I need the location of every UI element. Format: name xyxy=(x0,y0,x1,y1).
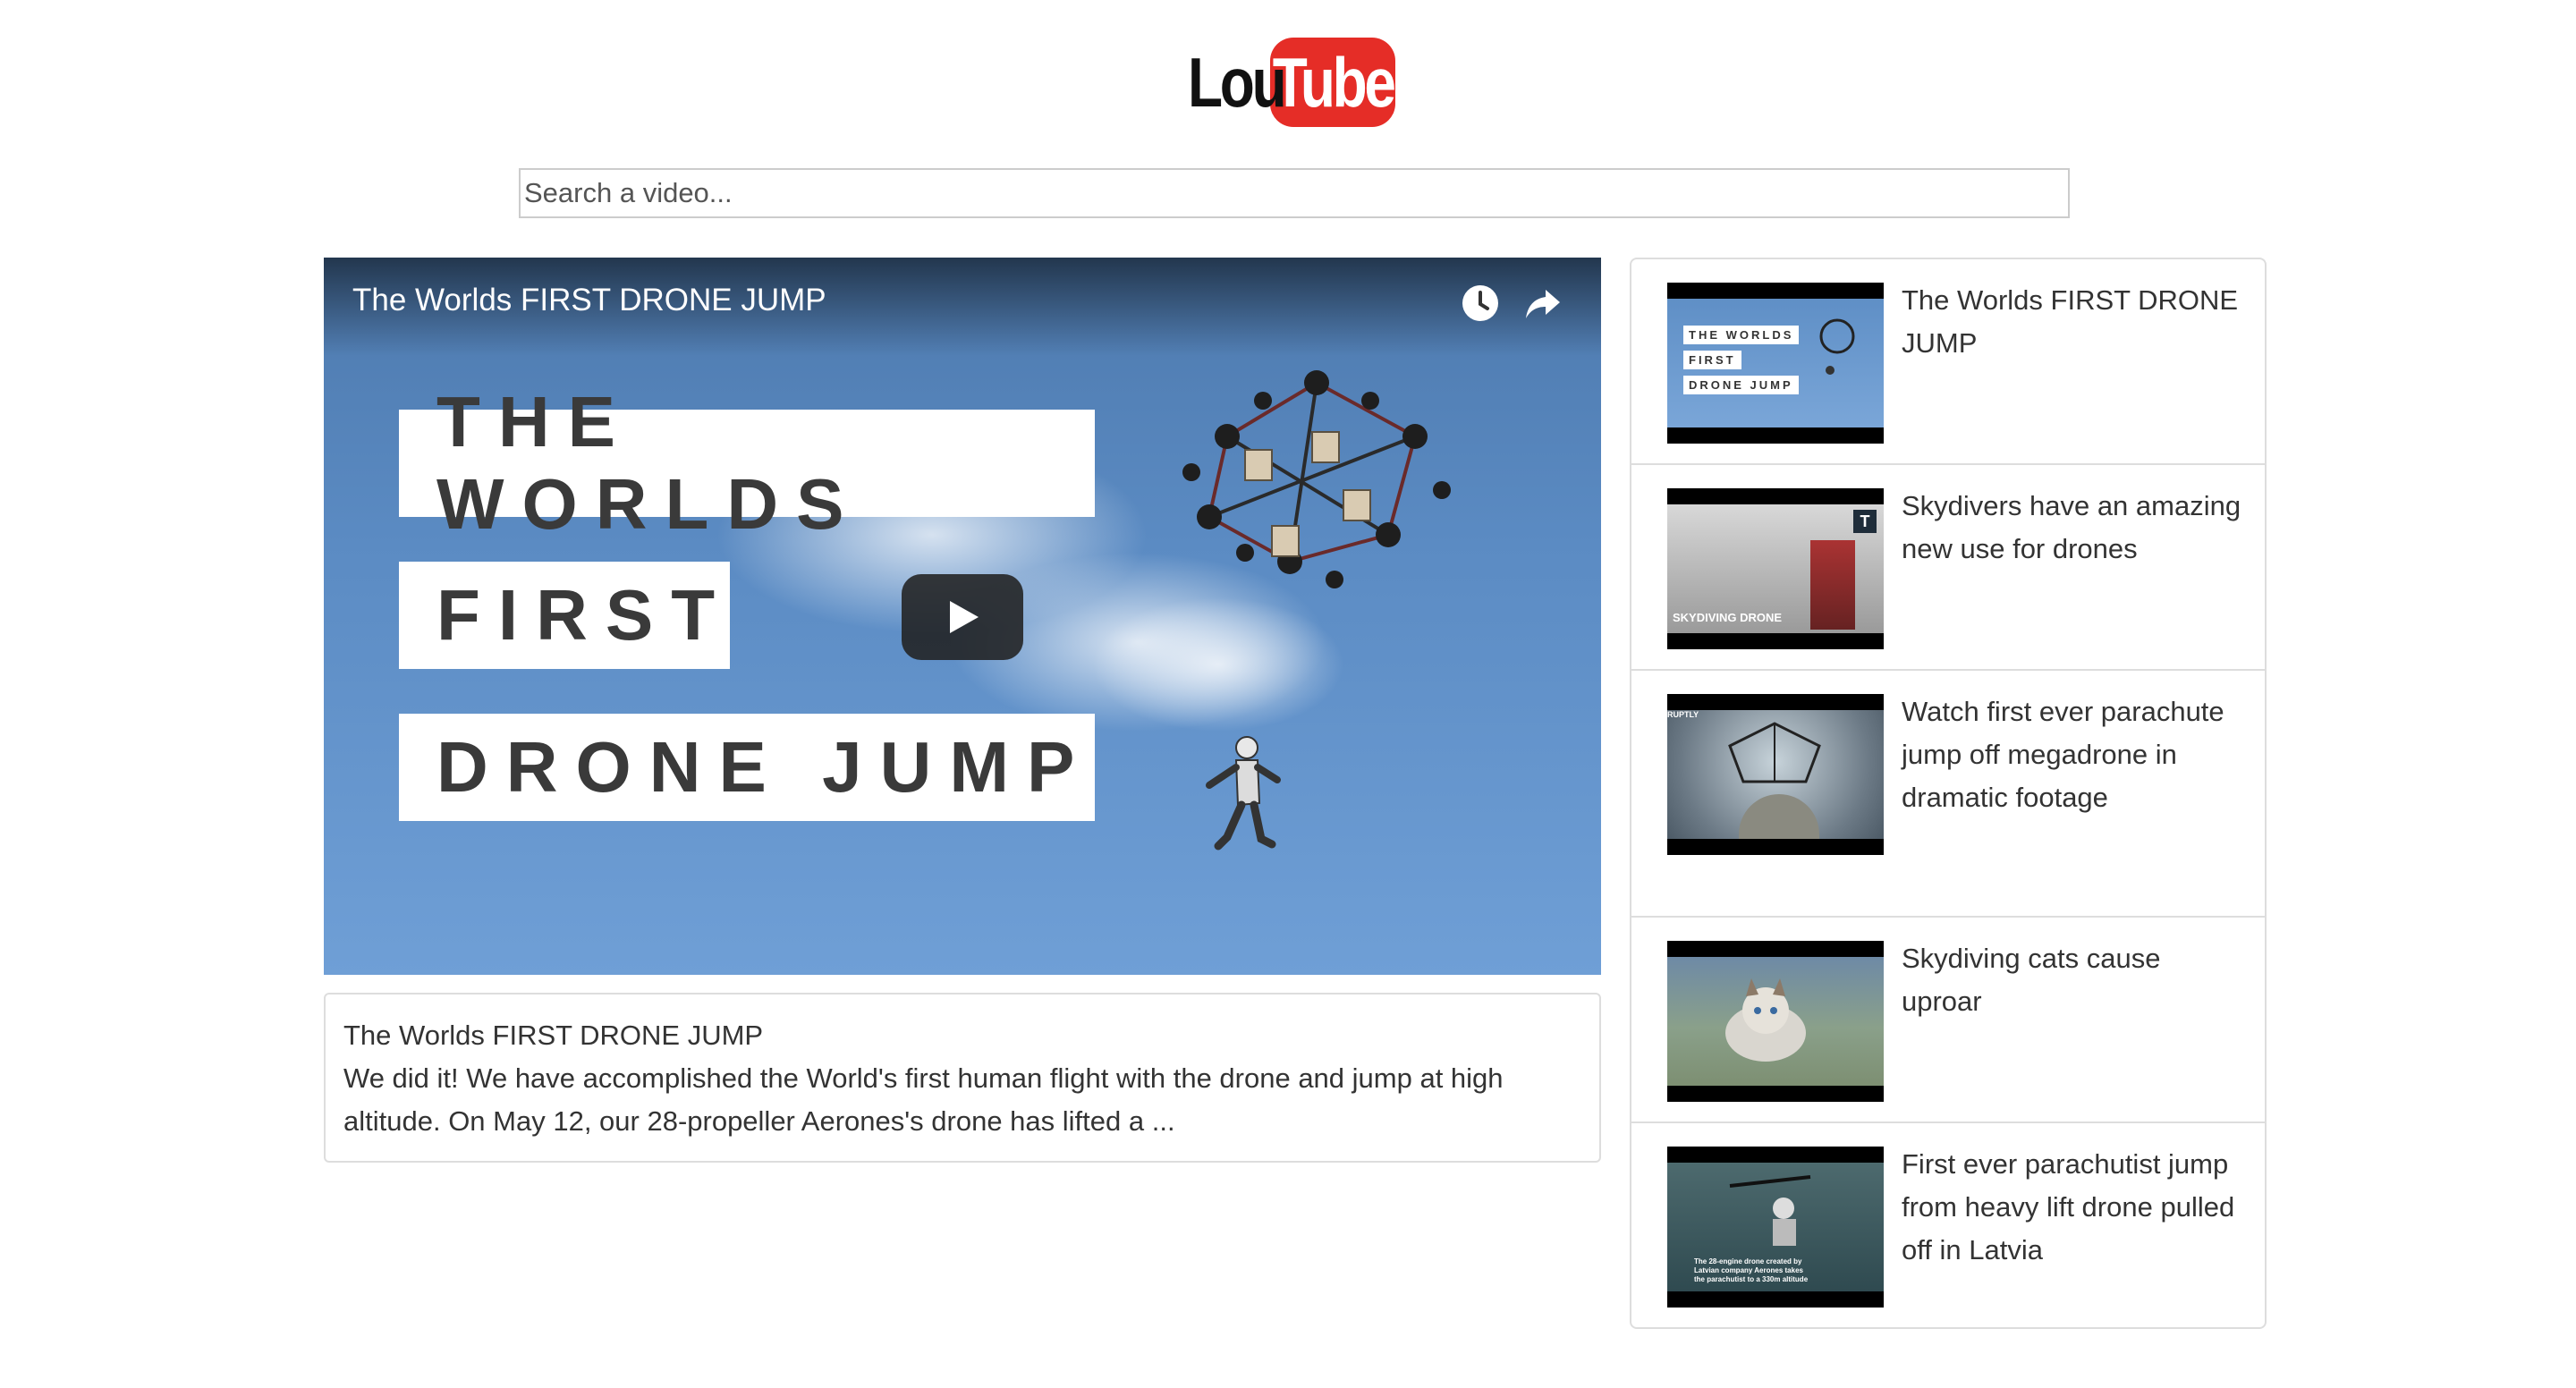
thumb-text: The 28-engine drone created by xyxy=(1694,1257,1802,1265)
thumb-text: FIRST xyxy=(1683,351,1741,369)
play-button[interactable] xyxy=(902,574,1023,660)
video-list-item[interactable]: RUPTLY Watch first ever parachute jump o… xyxy=(1630,669,2267,918)
thumb-caption: The 28-engine drone created by Latvian c… xyxy=(1694,1257,1808,1284)
logo-tube-badge: Tube xyxy=(1270,38,1396,127)
logo-text-tube: Tube xyxy=(1272,42,1396,122)
video-list-item[interactable]: THE WORLDS FIRST DRONE JUMP The Worlds F… xyxy=(1630,258,2267,465)
video-list-item[interactable]: Skydiving cats cause uproar xyxy=(1630,916,2267,1123)
thumbnail-text-line-1: THE WORLDS xyxy=(399,382,1095,544)
video-thumbnail xyxy=(1667,941,1884,1102)
video-thumbnail: The 28-engine drone created by Latvian c… xyxy=(1667,1147,1884,1308)
video-thumbnail: THE WORLDS FIRST DRONE JUMP xyxy=(1667,283,1884,444)
video-list-item-title: The Worlds FIRST DRONE JUMP xyxy=(1902,284,2239,359)
thumbnail-text-line-2: FIRST xyxy=(399,562,730,669)
play-icon xyxy=(950,601,979,633)
video-details-panel: The Worlds FIRST DRONE JUMP We did it! W… xyxy=(324,993,1601,1163)
video-thumbnail: RUPTLY xyxy=(1667,694,1884,855)
parachutist-icon xyxy=(1729,1175,1811,1246)
video-list-item-title: Watch first ever parachute jump off mega… xyxy=(1902,696,2224,813)
thumb-text: the parachutist to a 330m altitude xyxy=(1694,1275,1809,1283)
drone-icon xyxy=(1728,722,1821,783)
drone-illustration xyxy=(1182,370,1451,588)
cat-icon xyxy=(1725,978,1806,1062)
video-player[interactable]: THE WORLDS FIRST DRONE JUMP The Worlds F… xyxy=(324,258,1601,975)
drone-icon xyxy=(1819,318,1855,375)
video-details-description: We did it! We have accomplished the Worl… xyxy=(343,1062,1504,1137)
watch-later-icon[interactable] xyxy=(1460,283,1501,324)
thumb-text: THE WORLDS xyxy=(1683,326,1800,344)
player-title[interactable]: The Worlds FIRST DRONE JUMP xyxy=(352,283,826,318)
video-list-item-title: Skydiving cats cause uproar xyxy=(1902,943,2161,1017)
video-list: THE WORLDS FIRST DRONE JUMP The Worlds F… xyxy=(1630,258,2267,1329)
thumb-text: Latvian company Aerones takes xyxy=(1694,1266,1803,1274)
thumb-text: SKYDIVING DRONE xyxy=(1673,611,1783,624)
thumb-text: RUPTLY xyxy=(1667,710,1699,719)
thumb-text: DRONE JUMP xyxy=(1683,376,1799,394)
video-details-title: The Worlds FIRST DRONE JUMP xyxy=(343,1020,764,1051)
video-thumbnail: T SKYDIVING DRONE xyxy=(1667,488,1884,649)
video-list-item[interactable]: The 28-engine drone created by Latvian c… xyxy=(1630,1121,2267,1329)
video-list-item-title: Skydivers have an amazing new use for dr… xyxy=(1902,490,2241,564)
channel-badge: T xyxy=(1853,510,1877,533)
video-list-item-title: First ever parachutist jump from heavy l… xyxy=(1902,1148,2235,1265)
video-list-item[interactable]: T SKYDIVING DRONE Skydivers have an amaz… xyxy=(1630,463,2267,671)
search-input[interactable] xyxy=(519,168,2070,218)
loutube-logo[interactable]: Lou Tube xyxy=(1188,36,1396,129)
logo-text-lou: Lou xyxy=(1188,42,1287,122)
thumbnail-text-line-3: DRONE JUMP xyxy=(399,714,1095,821)
share-icon[interactable] xyxy=(1522,283,1563,324)
skydiver-illustration xyxy=(1206,736,1281,851)
